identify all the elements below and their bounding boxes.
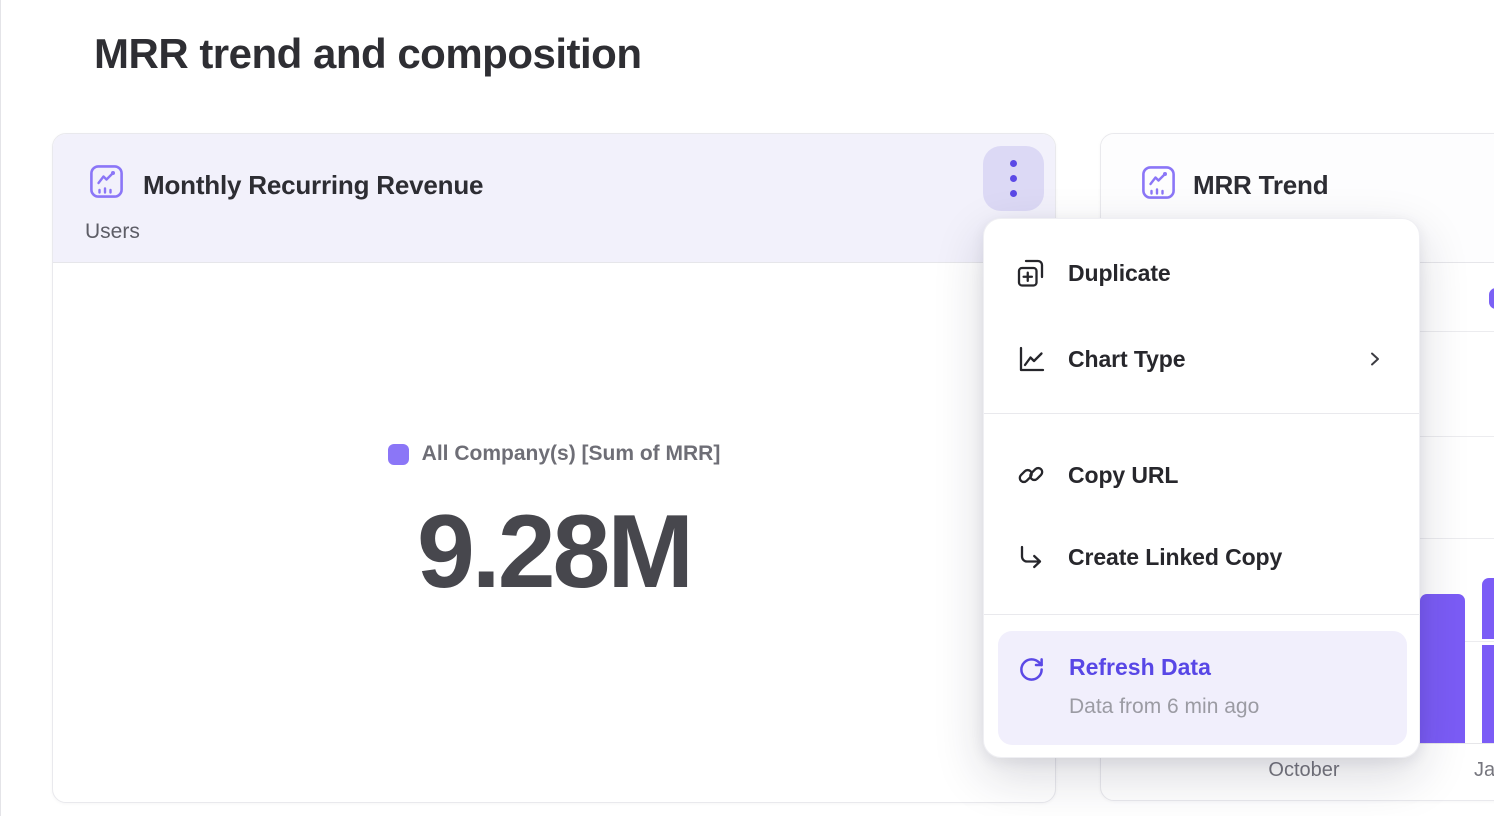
trend-legend-color-chip bbox=[1489, 288, 1494, 309]
bar-january-segment-bottom[interactable] bbox=[1482, 645, 1494, 743]
refresh-data-timestamp: Data from 6 min ago bbox=[1069, 695, 1259, 719]
menu-item-duplicate[interactable]: Duplicate bbox=[984, 245, 1419, 301]
x-axis-label-october: October bbox=[1241, 759, 1367, 782]
menu-item-chart-type[interactable]: Chart Type bbox=[984, 331, 1419, 387]
trend-card-title: MRR Trend bbox=[1193, 170, 1328, 201]
menu-item-label: Copy URL bbox=[1068, 462, 1178, 489]
kebab-menu-icon bbox=[1010, 160, 1017, 197]
menu-divider bbox=[984, 413, 1419, 414]
menu-item-copy-url[interactable]: Copy URL bbox=[984, 447, 1419, 503]
menu-item-refresh-data[interactable]: Refresh Data Data from 6 min ago bbox=[998, 631, 1407, 745]
legend-color-chip bbox=[388, 444, 409, 465]
mrr-metric-card: Monthly Recurring Revenue Users All Comp… bbox=[52, 133, 1056, 803]
mrr-card-subtitle: Users bbox=[85, 220, 140, 244]
chart-type-icon bbox=[1016, 344, 1046, 374]
card-options-context-menu: Duplicate Chart Type Copy URL bbox=[983, 218, 1420, 758]
legend-label: All Company(s) [Sum of MRR] bbox=[422, 442, 721, 466]
x-axis-label-january: Ja bbox=[1474, 759, 1494, 782]
mrr-card-title: Monthly Recurring Revenue bbox=[143, 170, 483, 201]
page-left-edge-divider bbox=[0, 0, 1, 816]
metric-legend: All Company(s) [Sum of MRR] bbox=[388, 442, 721, 466]
refresh-icon bbox=[1018, 656, 1045, 683]
page-title: MRR trend and composition bbox=[94, 30, 642, 78]
link-icon bbox=[1016, 460, 1046, 490]
menu-item-label: Duplicate bbox=[1068, 260, 1171, 287]
linked-copy-icon bbox=[1016, 542, 1046, 572]
duplicate-icon bbox=[1016, 258, 1046, 288]
dashboard-page: MRR trend and composition Monthly Recurr… bbox=[0, 0, 1494, 816]
mrr-metric-body: All Company(s) [Sum of MRR] 9.28M bbox=[53, 263, 1055, 804]
bar-october[interactable] bbox=[1420, 594, 1465, 743]
menu-divider bbox=[984, 614, 1419, 615]
card-options-kebab-button[interactable] bbox=[983, 146, 1044, 211]
chart-card-icon bbox=[89, 164, 124, 199]
chart-card-icon bbox=[1141, 165, 1176, 200]
mrr-card-header: Monthly Recurring Revenue Users bbox=[53, 134, 1055, 263]
menu-item-create-linked-copy[interactable]: Create Linked Copy bbox=[984, 529, 1419, 585]
chevron-right-icon bbox=[1367, 351, 1383, 367]
bar-january-segment-top[interactable] bbox=[1482, 578, 1494, 639]
refresh-data-label: Refresh Data bbox=[1069, 654, 1211, 681]
menu-item-label: Create Linked Copy bbox=[1068, 544, 1282, 571]
metric-big-number: 9.28M bbox=[417, 500, 691, 604]
menu-item-label: Chart Type bbox=[1068, 346, 1185, 373]
